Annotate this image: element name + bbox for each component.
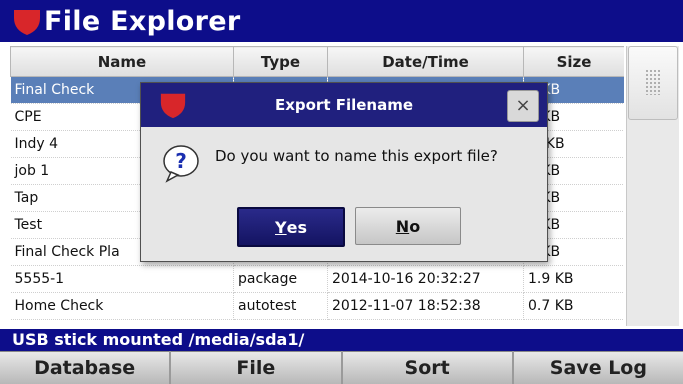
column-header-type[interactable]: Type — [233, 46, 328, 77]
cell-datetime: 2014-10-16 20:32:27 — [327, 265, 524, 293]
yes-button[interactable]: Yes — [237, 207, 345, 247]
cell-size: 0.7 KB — [523, 292, 624, 320]
grip-icon — [645, 69, 661, 95]
bottom-toolbar: Database File Sort Save Log — [0, 351, 683, 384]
scrollbar-thumb[interactable] — [628, 46, 678, 120]
cell-datetime: 2012-11-07 18:52:38 — [327, 292, 524, 320]
status-bar: USB stick mounted /media/sda1/ — [0, 329, 683, 351]
cell-name: Home Check — [10, 292, 234, 320]
yes-mnemonic: Y — [275, 217, 287, 237]
column-header-size[interactable]: Size — [523, 46, 624, 77]
app-title: File Explorer — [44, 5, 241, 37]
vertical-scrollbar[interactable] — [626, 46, 679, 326]
no-mnemonic: N — [395, 216, 410, 236]
table-row[interactable]: 5555-1 package 2014-10-16 20:32:27 1.9 KB — [10, 265, 624, 293]
table-header: Name Type Date/Time Size — [10, 46, 624, 77]
cell-type: autotest — [233, 292, 328, 320]
export-filename-dialog: Export Filename × ? Do you want to name … — [140, 82, 548, 262]
cell-name: 5555-1 — [10, 265, 234, 293]
dialog-title: Export Filename — [274, 96, 414, 114]
cell-type: package — [233, 265, 328, 293]
table-row[interactable]: Home Check autotest 2012-11-07 18:52:38 0.7… — [10, 292, 624, 320]
close-icon[interactable]: × — [507, 90, 539, 122]
file-button[interactable]: File — [171, 351, 341, 384]
no-label-rest: o — [409, 216, 421, 236]
title-bar: File Explorer — [0, 0, 683, 42]
svg-text:?: ? — [175, 149, 187, 173]
yes-label-rest: es — [286, 217, 307, 237]
no-button[interactable]: No — [355, 207, 461, 245]
database-button[interactable]: Database — [0, 351, 170, 384]
cell-size: 1.9 KB — [523, 265, 624, 293]
dialog-title-bar: Export Filename × — [141, 83, 547, 127]
question-icon: ? — [163, 145, 199, 183]
sort-button[interactable]: Sort — [342, 351, 512, 384]
app-logo-icon — [14, 10, 40, 35]
column-header-datetime[interactable]: Date/Time — [327, 46, 524, 77]
dialog-message: Do you want to name this export file? — [215, 147, 498, 165]
column-header-name[interactable]: Name — [10, 46, 234, 77]
save-log-button[interactable]: Save Log — [513, 351, 683, 384]
